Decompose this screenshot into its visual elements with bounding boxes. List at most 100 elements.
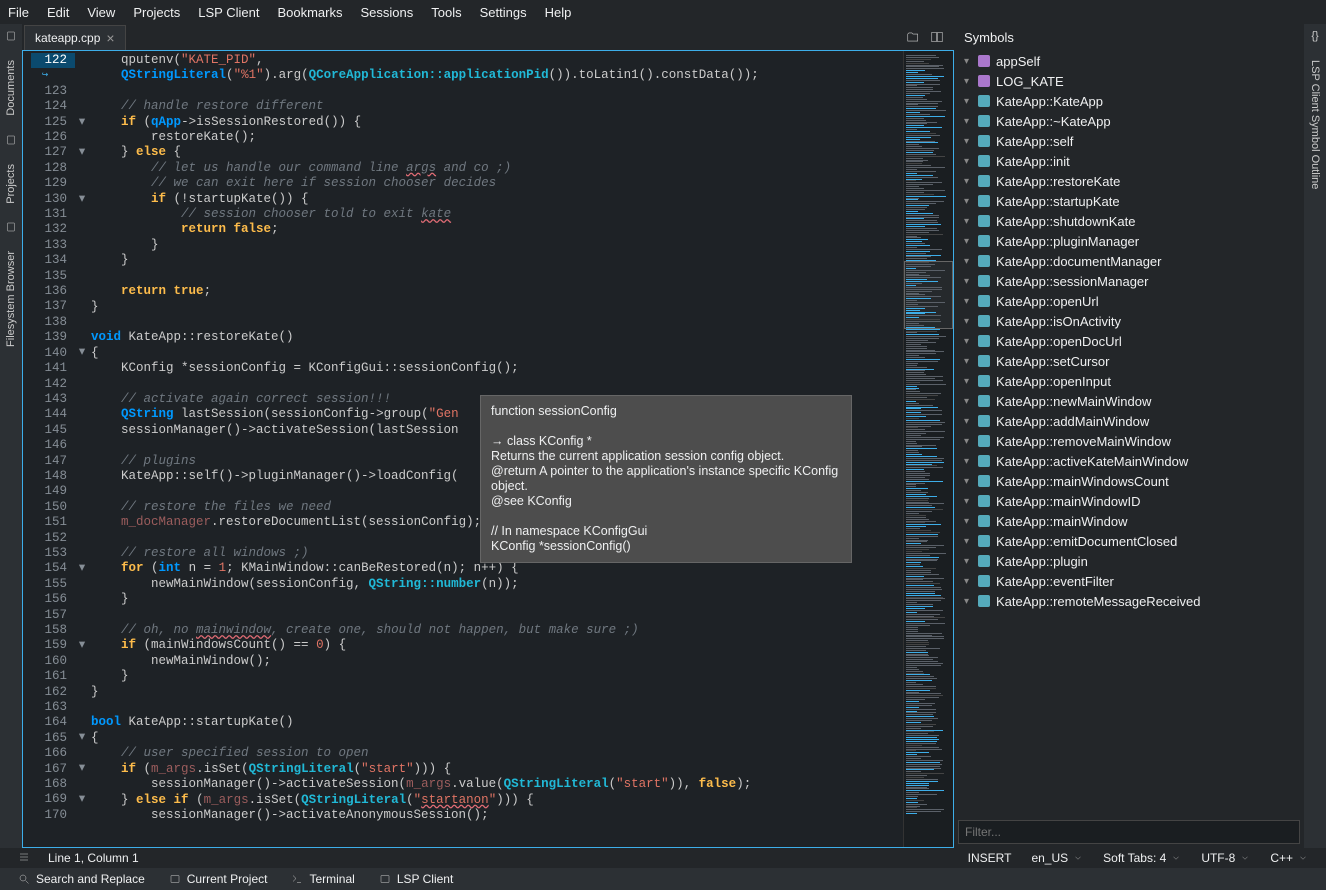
dock-filesystem-browser[interactable]: Filesystem Browser (5, 251, 17, 347)
edit-mode[interactable]: INSERT (968, 851, 1012, 865)
bottom-current-project[interactable]: Current Project (169, 872, 268, 886)
symbol-item[interactable]: ▾KateApp::mainWindowsCount (954, 471, 1304, 491)
editor[interactable]: 122↪123124125126127128129130131132133134… (22, 50, 954, 848)
fold-toggle (75, 176, 89, 191)
fold-gutter[interactable]: ▾ ▾ ▾ ▾ ▾ ▾ ▾ ▾ ▾ (75, 51, 89, 847)
symbol-item[interactable]: ▾KateApp::shutdownKate (954, 211, 1304, 231)
fold-toggle (75, 392, 89, 407)
symbol-item[interactable]: ▾KateApp::removeMainWindow (954, 431, 1304, 451)
symbol-item[interactable]: ▾KateApp::remoteMessageReceived (954, 591, 1304, 611)
bottom-lsp-client[interactable]: LSP Client (379, 872, 453, 886)
encoding-selector[interactable]: UTF-8 (1201, 851, 1250, 865)
symbol-label: KateApp::plugin (996, 554, 1088, 569)
symbol-item[interactable]: ▾KateApp::pluginManager (954, 231, 1304, 251)
tree-toggle-icon: ▾ (964, 276, 972, 287)
symbol-item[interactable]: ▾KateApp::startupKate (954, 191, 1304, 211)
cursor-position[interactable]: Line 1, Column 1 (48, 851, 139, 865)
symbol-icon (978, 275, 990, 287)
symbol-item[interactable]: ▾KateApp::self (954, 131, 1304, 151)
bottom-terminal[interactable]: Terminal (291, 872, 354, 886)
fold-toggle[interactable]: ▾ (75, 345, 89, 360)
fold-toggle[interactable]: ▾ (75, 192, 89, 207)
fold-toggle (75, 407, 89, 422)
tree-toggle-icon: ▾ (964, 556, 972, 567)
filetype-selector[interactable]: C++ (1270, 851, 1308, 865)
symbol-list: ▾appSelf▾LOG_KATE▾KateApp::KateApp▾KateA… (954, 51, 1304, 816)
bottom-search-and-replace[interactable]: Search and Replace (18, 872, 145, 886)
symbol-item[interactable]: ▾KateApp::mainWindow (954, 511, 1304, 531)
fold-toggle (75, 484, 89, 499)
symbol-item[interactable]: ▾KateApp::addMainWindow (954, 411, 1304, 431)
menu-bookmarks[interactable]: Bookmarks (277, 5, 342, 20)
menu-help[interactable]: Help (545, 5, 572, 20)
fold-toggle[interactable]: ▾ (75, 792, 89, 807)
symbol-icon (978, 455, 990, 467)
symbol-icon (978, 95, 990, 107)
indent-selector[interactable]: Soft Tabs: 4 (1103, 851, 1181, 865)
fold-toggle[interactable]: ▾ (75, 761, 89, 776)
fold-toggle[interactable]: ▾ (75, 638, 89, 653)
tree-toggle-icon: ▾ (964, 176, 972, 187)
fold-toggle[interactable]: ▾ (75, 115, 89, 130)
fold-toggle[interactable]: ▾ (75, 145, 89, 160)
menu-view[interactable]: View (87, 5, 115, 20)
right-dock: {}LSP Client Symbol Outline (1304, 24, 1326, 848)
minimap[interactable] (903, 51, 953, 847)
language-selector[interactable]: en_US (1031, 851, 1083, 865)
dock-documents[interactable]: Documents (5, 60, 17, 116)
fold-toggle (75, 515, 89, 530)
menu-edit[interactable]: Edit (47, 5, 69, 20)
split-icon[interactable] (930, 30, 944, 44)
symbol-label: KateApp::addMainWindow (996, 414, 1149, 429)
fold-toggle (75, 592, 89, 607)
menu-tools[interactable]: Tools (431, 5, 461, 20)
file-tab[interactable]: kateapp.cpp × (24, 25, 126, 50)
folder-open-icon[interactable] (906, 30, 920, 44)
menu-file[interactable]: File (8, 5, 29, 20)
symbol-icon (978, 415, 990, 427)
dock-projects[interactable]: Projects (5, 164, 17, 204)
fold-toggle (75, 99, 89, 114)
project-icon (5, 134, 17, 146)
symbol-icon (978, 235, 990, 247)
symbol-item[interactable]: ▾KateApp::sessionManager (954, 271, 1304, 291)
fold-toggle (75, 622, 89, 637)
symbol-item[interactable]: ▾KateApp::activeKateMainWindow (954, 451, 1304, 471)
symbol-label: KateApp::isOnActivity (996, 314, 1121, 329)
fold-toggle (75, 469, 89, 484)
symbol-icon (978, 495, 990, 507)
symbol-item[interactable]: ▾KateApp::init (954, 151, 1304, 171)
symbol-item[interactable]: ▾KateApp::restoreKate (954, 171, 1304, 191)
menu-sessions[interactable]: Sessions (361, 5, 414, 20)
symbol-item[interactable]: ▾KateApp::newMainWindow (954, 391, 1304, 411)
fold-toggle[interactable]: ▾ (75, 561, 89, 576)
list-icon[interactable] (18, 851, 30, 863)
tree-toggle-icon: ▾ (964, 596, 972, 607)
dock-lsp-client-symbol-outline[interactable]: LSP Client Symbol Outline (1309, 60, 1321, 189)
symbol-item[interactable]: ▾appSelf (954, 51, 1304, 71)
symbol-item[interactable]: ▾KateApp::isOnActivity (954, 311, 1304, 331)
menu-settings[interactable]: Settings (480, 5, 527, 20)
fold-toggle[interactable]: ▾ (75, 730, 89, 745)
symbol-item[interactable]: ▾ KateApp::plugin (954, 551, 1304, 571)
symbol-icon (978, 195, 990, 207)
fold-toggle (75, 68, 89, 83)
symbol-item[interactable]: ▾KateApp::openUrl (954, 291, 1304, 311)
symbol-item[interactable]: ▾KateApp::documentManager (954, 251, 1304, 271)
symbol-label: KateApp::setCursor (996, 354, 1109, 369)
symbol-item[interactable]: ▾KateApp::KateApp (954, 91, 1304, 111)
symbol-icon (978, 215, 990, 227)
symbol-item[interactable]: ▾KateApp::setCursor (954, 351, 1304, 371)
symbol-item[interactable]: ▾LOG_KATE (954, 71, 1304, 91)
symbol-item[interactable]: ▾KateApp::openDocUrl (954, 331, 1304, 351)
symbol-item[interactable]: ▾KateApp::emitDocumentClosed (954, 531, 1304, 551)
menu-projects[interactable]: Projects (133, 5, 180, 20)
close-icon[interactable]: × (106, 30, 114, 46)
symbol-icon (978, 435, 990, 447)
symbol-item[interactable]: ▾KateApp::openInput (954, 371, 1304, 391)
symbol-item[interactable]: ▾KateApp::mainWindowID (954, 491, 1304, 511)
menu-lsp-client[interactable]: LSP Client (198, 5, 259, 20)
symbol-filter-input[interactable] (958, 820, 1300, 844)
symbol-item[interactable]: ▾KateApp::~KateApp (954, 111, 1304, 131)
symbol-item[interactable]: ▾KateApp::eventFilter (954, 571, 1304, 591)
